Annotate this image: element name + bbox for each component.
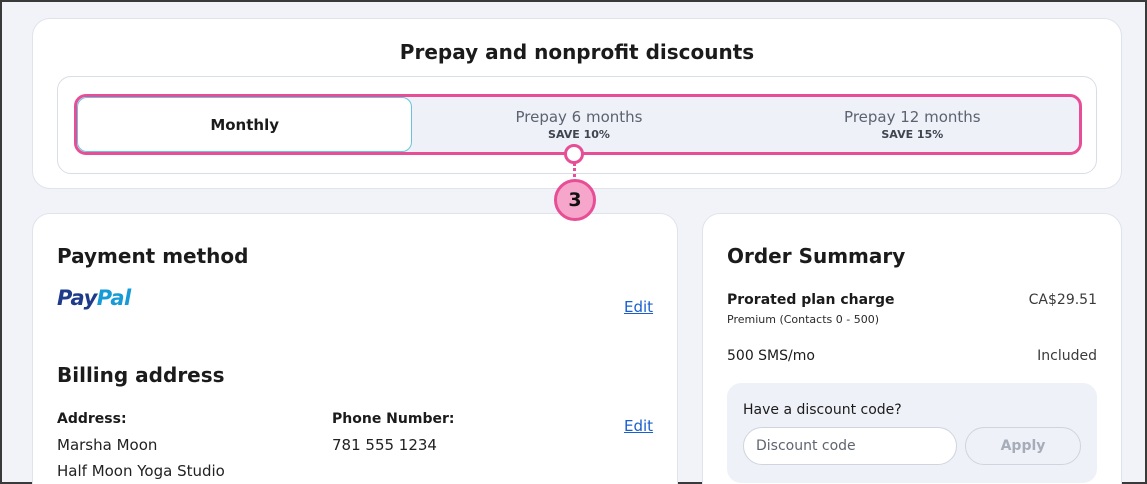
address-label: Address: [57, 411, 127, 427]
plan-charge-subtitle: Premium (Contacts 0 - 500) [727, 313, 880, 326]
sms-label: 500 SMS/mo [727, 348, 815, 364]
payment-method-title: Payment method [57, 244, 249, 268]
plan-charge-label: Prorated plan charge [727, 292, 895, 308]
plan-option-label: Prepay 6 months [515, 108, 643, 126]
edit-billing-link[interactable]: Edit [624, 417, 653, 435]
paypal-logo: PayPal [57, 286, 131, 310]
payment-card: Payment method PayPal Edit Billing addre… [32, 213, 678, 484]
plan-option-label: Monthly [210, 115, 279, 134]
phone-label: Phone Number: [332, 411, 455, 427]
callout-dot [564, 144, 584, 164]
discount-code-input[interactable] [743, 427, 957, 465]
edit-payment-link[interactable]: Edit [624, 298, 653, 316]
callout-badge: 3 [554, 179, 596, 221]
plan-option-prepay-12-months[interactable]: Prepay 12 months SAVE 15% [746, 97, 1079, 152]
discount-code-box: Have a discount code? Apply [727, 383, 1097, 483]
plan-option-prepay-6-months[interactable]: Prepay 6 months SAVE 10% [412, 97, 745, 152]
discounts-title: Prepay and nonprofit discounts [399, 40, 755, 64]
phone-value: 781 555 1234 [332, 436, 437, 454]
discount-prompt: Have a discount code? [743, 402, 902, 418]
order-summary-title: Order Summary [727, 244, 906, 268]
address-line: Marsha Moon [57, 436, 158, 454]
plan-option-monthly[interactable]: Monthly [77, 97, 413, 152]
plan-charge-amount: CA$29.51 [1028, 292, 1097, 308]
apply-button[interactable]: Apply [965, 427, 1081, 465]
sms-amount: Included [1037, 348, 1097, 364]
plan-option-save: SAVE 15% [881, 128, 944, 141]
address-line: Half Moon Yoga Studio [57, 462, 225, 480]
plan-option-label: Prepay 12 months [844, 108, 981, 126]
order-summary-card: Order Summary Prorated plan charge Premi… [702, 213, 1122, 484]
billing-address-title: Billing address [57, 363, 225, 387]
plan-option-save: SAVE 10% [548, 128, 610, 141]
